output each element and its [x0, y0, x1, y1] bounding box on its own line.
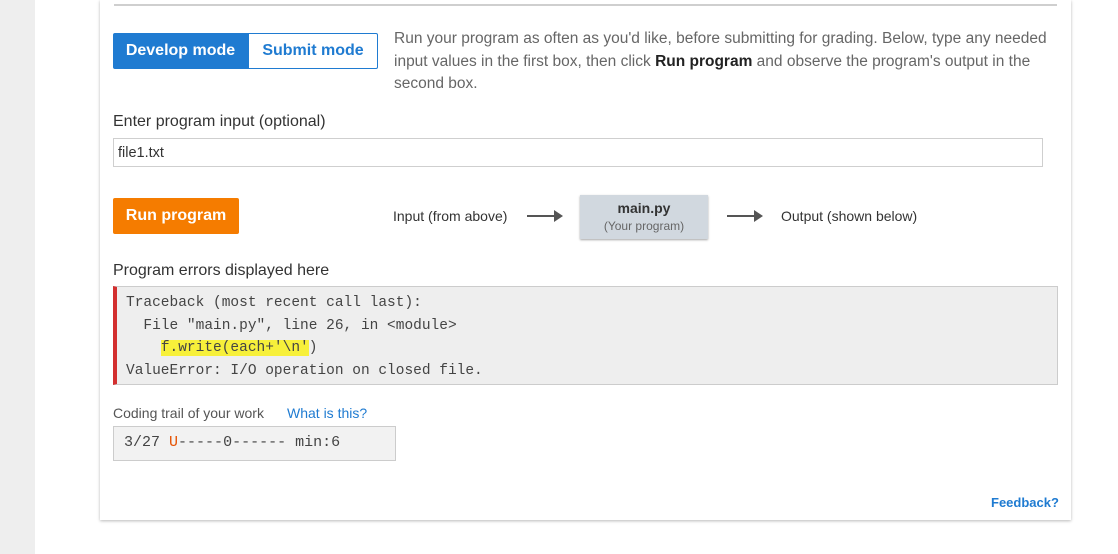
program-input-label: Enter program input (optional)	[113, 113, 326, 130]
error-line: Traceback (most recent call last):	[126, 295, 422, 311]
error-indent	[126, 340, 161, 356]
program-errors-label: Program errors displayed here	[113, 262, 330, 279]
left-gutter	[0, 0, 35, 554]
instructions-text: Run your program as often as you'd like,…	[394, 28, 1054, 96]
arrow-right-icon	[727, 210, 763, 222]
flow-input-label: Input (from above)	[393, 208, 508, 224]
flow-output-label: Output (shown below)	[781, 208, 918, 224]
trail-date: 3/27	[124, 434, 161, 451]
program-box: main.py (Your program)	[580, 195, 708, 239]
arrow-right-icon	[527, 210, 563, 222]
error-line: File "main.py", line 26, in <module>	[126, 317, 457, 334]
develop-mode-button[interactable]: Develop mode	[113, 33, 248, 69]
program-input-field[interactable]	[113, 138, 1043, 167]
run-program-button[interactable]: Run program	[113, 198, 239, 234]
instructions-bold: Run program	[655, 52, 753, 70]
error-output-box: Traceback (most recent call last): File …	[113, 286, 1058, 385]
trail-minutes: min:6	[295, 434, 341, 451]
trail-marker: U	[169, 434, 179, 451]
trail-zero: 0	[223, 434, 233, 451]
coding-trail-box: 3/27 U-----0------ min:6	[113, 426, 396, 461]
error-line: f.write(each+'\n')	[126, 337, 1057, 360]
program-subtitle: (Your program)	[603, 219, 685, 233]
submit-mode-button[interactable]: Submit mode	[248, 33, 378, 69]
mode-toggle: Develop mode Submit mode	[113, 33, 378, 69]
highlighted-code: f.write(each+'\n'	[160, 340, 309, 356]
error-line-rest: )	[308, 340, 318, 356]
lab-card: Develop mode Submit mode Run your progra…	[100, 0, 1071, 520]
what-is-this-link[interactable]: What is this?	[287, 405, 367, 421]
trail-dashes: ------	[232, 434, 287, 451]
program-name: main.py	[617, 200, 671, 216]
trail-dashes: -----	[178, 434, 224, 451]
top-divider	[114, 4, 1057, 6]
error-line: ValueError: I/O operation on closed file…	[126, 362, 483, 379]
feedback-link[interactable]: Feedback?	[991, 495, 1059, 510]
coding-trail-label: Coding trail of your work	[113, 405, 264, 421]
